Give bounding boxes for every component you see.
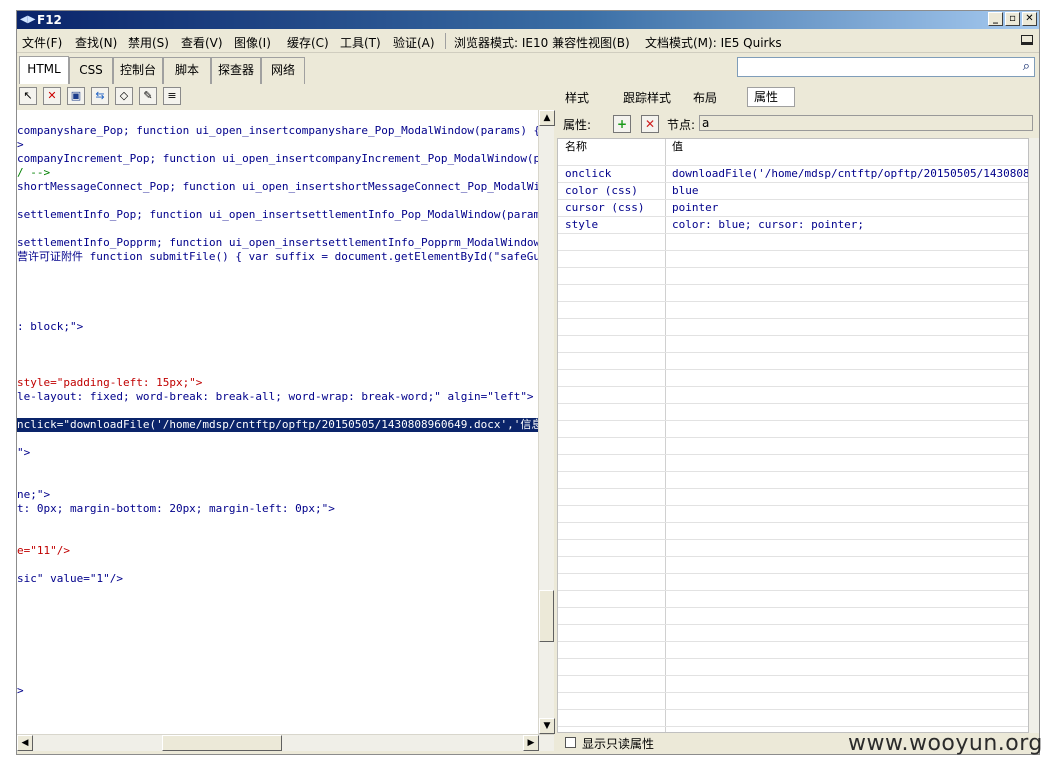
column-header-name[interactable]: 名称 [565, 139, 587, 155]
code-line[interactable]: companyIncrement_Pop; function ui_open_i… [17, 152, 538, 166]
hscroll-thumb[interactable] [162, 735, 282, 751]
attribute-name[interactable]: cursor (css) [565, 200, 644, 216]
code-line[interactable]: settlementInfo_Pop; function ui_open_ins… [17, 208, 538, 222]
scroll-thumb[interactable] [539, 590, 554, 642]
ie-devtools-icon: ◀▶ [20, 14, 36, 25]
attribute-name[interactable]: color (css) [565, 183, 638, 199]
tab-script[interactable]: 脚本 [163, 57, 211, 84]
tab-trace-styles[interactable]: 跟踪样式 [623, 89, 671, 106]
code-line[interactable]: ne;"> [17, 488, 50, 502]
tab-attributes[interactable]: 属性 [747, 87, 796, 107]
html-toolbar: ↖ ✕ ▣ ⇆ ◇ ✎ ≡ [17, 85, 557, 109]
edit-icon[interactable]: ✎ [139, 87, 157, 105]
code-line[interactable]: style="padding-left: 15px;"> [17, 376, 202, 390]
menu-browser-mode[interactable]: 浏览器模式: IE10 兼容性视图(B) [454, 34, 630, 51]
tab-html[interactable]: HTML [19, 56, 69, 84]
html-source-pane[interactable]: companyshare_Pop; function ui_open_inser… [17, 110, 538, 734]
menu-cache[interactable]: 缓存(C) [287, 34, 329, 51]
refresh-icon[interactable]: ⇆ [91, 87, 109, 105]
tab-profiler[interactable]: 探查器 [211, 57, 261, 84]
restore-button[interactable]: ▫ [1005, 12, 1020, 26]
code-line[interactable]: settlementInfo_Popprm; function ui_open_… [17, 236, 538, 250]
attributes-scrollbar[interactable] [1029, 138, 1039, 733]
tab-style[interactable]: 样式 [565, 89, 589, 106]
add-attribute-icon[interactable]: + [613, 115, 631, 133]
menu-document-mode[interactable]: 文档模式(M): IE5 Quirks [645, 34, 782, 51]
dom-view-icon[interactable]: ◇ [115, 87, 133, 105]
code-line[interactable]: > [17, 138, 24, 152]
readonly-label[interactable]: 显示只读属性 [582, 735, 654, 752]
minimize-button[interactable]: _ [988, 12, 1003, 26]
code-line[interactable]: le-layout: fixed; word-break: break-all;… [17, 390, 534, 404]
f12-devtools-window: ◀▶ F12 _ ▫ ✕ 文件(F) 查找(N) 禁用(S) 查看(V) 图像(… [16, 10, 1040, 755]
menu-separator [445, 33, 446, 49]
title-bar: ◀▶ F12 _ ▫ ✕ [17, 11, 1039, 29]
attribute-value[interactable]: color: blue; cursor: pointer; [672, 217, 864, 233]
code-line[interactable]: t: 0px; margin-bottom: 20px; margin-left… [17, 502, 335, 516]
clear-highlight-icon[interactable]: ✕ [43, 87, 61, 105]
collapse-menu-icon[interactable] [1021, 35, 1033, 45]
code-line[interactable]: "> [17, 446, 30, 460]
watermark: www.wooyun.org [848, 731, 1043, 756]
scroll-up-icon[interactable]: ▲ [539, 110, 555, 126]
code-line[interactable]: > [17, 684, 24, 698]
column-header-value[interactable]: 值 [672, 139, 683, 155]
code-line[interactable]: 营许可证附件 function submitFile() { var suffi… [17, 250, 538, 264]
code-line[interactable]: e="11"/> [17, 544, 70, 558]
code-line[interactable]: / --> [17, 166, 50, 180]
scroll-left-icon[interactable]: ◀ [17, 735, 33, 751]
attribute-value[interactable]: pointer [672, 200, 718, 216]
horizontal-scrollbar[interactable]: ◀ ▶ [17, 734, 554, 751]
delete-attribute-icon[interactable]: ✕ [641, 115, 659, 133]
menu-images[interactable]: 图像(I) [234, 34, 271, 51]
selected-code-line[interactable]: nclick="downloadFile('/home/mdsp/cntftp/… [17, 418, 538, 432]
attribute-value[interactable]: downloadFile('/home/mdsp/cntftp/opftp/20… [672, 166, 1028, 182]
save-icon[interactable]: ▣ [67, 87, 85, 105]
column-divider [665, 139, 666, 732]
code-line[interactable]: shortMessageConnect_Pop; function ui_ope… [17, 180, 538, 194]
scroll-down-icon[interactable]: ▼ [539, 718, 555, 734]
select-element-icon[interactable]: ↖ [19, 87, 37, 105]
code-line[interactable]: : block;"> [17, 320, 83, 334]
tab-console[interactable]: 控制台 [113, 57, 163, 84]
tab-css[interactable]: CSS [69, 57, 113, 84]
code-line[interactable]: companyshare_Pop; function ui_open_inser… [17, 124, 538, 138]
menu-disable[interactable]: 禁用(S) [128, 34, 169, 51]
menu-bar: 文件(F) 查找(N) 禁用(S) 查看(V) 图像(I) 缓存(C) 工具(T… [17, 30, 1039, 53]
menu-file[interactable]: 文件(F) [22, 34, 62, 51]
word-wrap-icon[interactable]: ≡ [163, 87, 181, 105]
scroll-right-icon[interactable]: ▶ [523, 735, 539, 751]
menu-find[interactable]: 查找(N) [75, 34, 117, 51]
node-label: 节点: [667, 118, 696, 132]
close-button[interactable]: ✕ [1022, 12, 1037, 26]
attribute-name[interactable]: style [565, 217, 598, 233]
attribute-name[interactable]: onclick [565, 166, 611, 182]
window-title: F12 [37, 13, 62, 27]
code-line[interactable]: sic" value="1"/> [17, 572, 123, 586]
search-icon[interactable]: ⌕ [1023, 59, 1030, 74]
menu-tools[interactable]: 工具(T) [340, 34, 381, 51]
vertical-scrollbar[interactable]: ▲ ▼ [538, 110, 555, 734]
attribute-value[interactable]: blue [672, 183, 699, 199]
readonly-checkbox[interactable] [565, 737, 576, 748]
tab-layout[interactable]: 布局 [693, 89, 717, 106]
attributes-grid: 名称 值 onclick downloadFile('/home/mdsp/cn… [557, 138, 1029, 733]
attributes-label: 属性: [563, 118, 592, 132]
menu-view[interactable]: 查看(V) [181, 34, 223, 51]
search-input[interactable]: ⌕ [737, 57, 1035, 77]
property-tabs: 样式 跟踪样式 布局 属性 [557, 85, 1039, 109]
node-field[interactable]: a [699, 115, 1033, 131]
attributes-toolbar: 属性: + ✕ 节点: a [557, 110, 1039, 138]
menu-validate[interactable]: 验证(A) [393, 34, 435, 51]
tab-network[interactable]: 网络 [261, 57, 305, 84]
